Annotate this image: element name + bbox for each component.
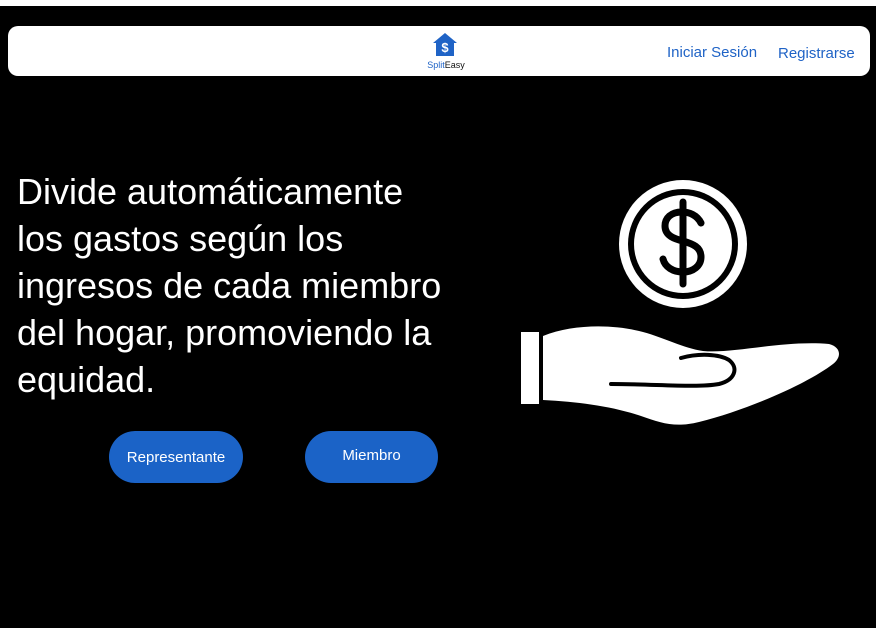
logo[interactable]: $ SplitEasy [418,32,470,72]
headline-line-3: ingresos de cada miembro [17,265,442,306]
member-button[interactable]: Miembro [305,431,438,483]
headline-line-4: del hogar, promoviendo la [17,312,432,353]
headline-line-5: equidad. [17,359,156,400]
representative-button[interactable]: Representante [109,431,243,483]
navbar: $ SplitEasy Iniciar Sesión Registrarse [8,26,870,76]
house-dollar-icon: $ [433,33,457,56]
register-link[interactable]: Registrarse [778,45,855,62]
headline-line-1: Divide automáticamente [17,171,404,212]
hero-headline: Divide automáticamente los gastos según l… [17,168,537,403]
logo-text-split: Split [427,60,445,70]
logo-text: SplitEasy [418,60,474,71]
logo-text-easy: Easy [444,60,465,70]
headline-line-2: los gastos según los [17,218,344,259]
hand-holding-dollar-icon [521,180,839,425]
svg-text:$: $ [441,40,449,55]
login-link[interactable]: Iniciar Sesión [667,44,757,61]
